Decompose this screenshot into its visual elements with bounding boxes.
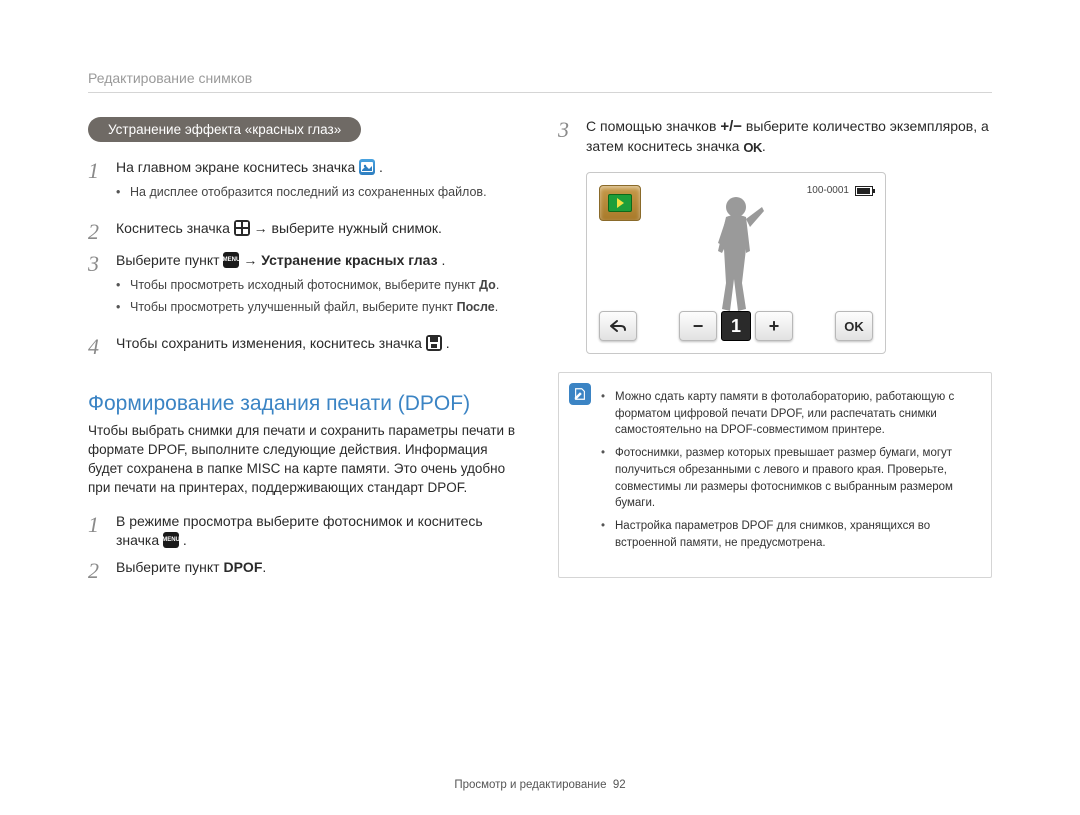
step-bullet: Чтобы просмотреть улучшенный файл, выбер… — [116, 298, 522, 316]
menu-icon: MENU — [223, 252, 239, 268]
step-text: . — [446, 335, 450, 351]
step-number: 1 — [88, 158, 106, 211]
dpof-step-1: 1 В режиме просмотра выберите фотоснимок… — [88, 512, 522, 550]
step-bullet: На дисплее отобразится последний из сохр… — [116, 183, 522, 201]
redeye-step-3: 3 Выберите пункт MENU → Устранение красн… — [88, 251, 522, 326]
step-text: . — [441, 252, 445, 268]
file-number: 100-0001 — [807, 185, 849, 196]
step-text: С помощью значков — [586, 118, 720, 134]
dpof-step-3: 3 С помощью значков +/− выберите количес… — [558, 117, 992, 156]
camera-screenshot: 100-0001 — [586, 172, 886, 354]
step-text: . — [762, 138, 766, 154]
copies-stepper: − 1 + — [679, 311, 793, 341]
bullet-text-bold: После — [457, 300, 495, 314]
gallery-button-icon — [599, 185, 641, 221]
step-text-bold: DPOF — [223, 559, 262, 575]
step-text: Коснитесь значка — [116, 220, 234, 236]
step-text: На главном экране коснитесь значка — [116, 159, 359, 175]
footer-section: Просмотр и редактирование — [454, 779, 606, 791]
bullet-text: . — [495, 300, 498, 314]
back-button[interactable] — [599, 311, 637, 341]
note-bullets: Можно сдать карту памяти в фотолаборатор… — [601, 389, 977, 557]
note-bullet: Можно сдать карту памяти в фотолаборатор… — [601, 389, 977, 439]
bullet-text: . — [496, 278, 499, 292]
screenshot-inner: 100-0001 — [593, 179, 879, 347]
section-pill: Устранение эффекта «красных глаз» — [88, 117, 361, 142]
two-columns: Устранение эффекта «красных глаз» 1 На г… — [88, 117, 992, 590]
step-number: 4 — [88, 334, 106, 358]
thumbnails-icon — [234, 220, 250, 236]
step-text: Выберите пункт — [116, 252, 223, 268]
step-body: Выберите пункт DPOF. — [116, 558, 522, 582]
step-body: На главном экране коснитесь значка . На … — [116, 158, 522, 211]
screenshot-statusbar: 100-0001 — [807, 185, 873, 196]
copies-count: 1 — [721, 311, 751, 341]
step-text: → выберите нужный снимок. — [254, 220, 442, 236]
step-text: . — [379, 159, 383, 175]
page-footer: Просмотр и редактирование 92 — [0, 779, 1080, 791]
note-bullet: Настройка параметров DPOF для снимков, х… — [601, 518, 977, 551]
step-text-bold: Устранение красных глаз — [261, 252, 437, 268]
note-icon — [569, 383, 591, 405]
menu-icon: MENU — [163, 532, 179, 548]
redeye-step-2: 2 Коснитесь значка → выберите нужный сни… — [88, 219, 522, 243]
save-icon — [426, 335, 442, 351]
step-text: Чтобы сохранить изменения, коснитесь зна… — [116, 335, 426, 351]
ok-symbol: OK — [743, 139, 762, 157]
step-body: Чтобы сохранить изменения, коснитесь зна… — [116, 334, 522, 358]
screenshot-toolbar: − 1 + OK — [599, 311, 873, 341]
plus-minus-symbol: +/− — [720, 118, 742, 135]
note-box: Можно сдать карту памяти в фотолаборатор… — [558, 372, 992, 578]
redeye-step-1: 1 На главном экране коснитесь значка . Н… — [88, 158, 522, 211]
step-text: → — [243, 252, 261, 268]
dpof-intro-paragraph: Чтобы выбрать снимки для печати и сохран… — [88, 422, 522, 498]
note-bullet: Фотоснимки, размер которых превышает раз… — [601, 445, 977, 512]
dpof-step-2: 2 Выберите пункт DPOF. — [88, 558, 522, 582]
section-heading-dpof: Формирование задания печати (DPOF) — [88, 392, 522, 416]
step-number: 2 — [88, 219, 106, 243]
step-body: С помощью значков +/− выберите количеств… — [586, 117, 992, 156]
footer-page-number: 92 — [613, 779, 626, 791]
bullet-text: Чтобы просмотреть исходный фотоснимок, в… — [130, 278, 479, 292]
step-bullet: Чтобы просмотреть исходный фотоснимок, в… — [116, 276, 522, 294]
step-body: В режиме просмотра выберите фотоснимок и… — [116, 512, 522, 550]
minus-button[interactable]: − — [679, 311, 717, 341]
breadcrumb: Редактирование снимков — [88, 70, 992, 93]
step-number: 2 — [88, 558, 106, 582]
redeye-step-4: 4 Чтобы сохранить изменения, коснитесь з… — [88, 334, 522, 358]
person-silhouette-icon — [696, 193, 776, 318]
ok-button[interactable]: OK — [835, 311, 873, 341]
step-text: . — [183, 532, 187, 548]
plus-button[interactable]: + — [755, 311, 793, 341]
step-text: . — [262, 559, 266, 575]
right-column: 3 С помощью значков +/− выберите количес… — [558, 117, 992, 590]
step-body: Выберите пункт MENU → Устранение красных… — [116, 251, 522, 326]
step-number: 3 — [88, 251, 106, 326]
bullet-text-bold: До — [479, 278, 496, 292]
step-text: Выберите пункт — [116, 559, 223, 575]
page: Редактирование снимков Устранение эффект… — [0, 0, 1080, 620]
step-number: 3 — [558, 117, 576, 156]
bullet-text: Чтобы просмотреть улучшенный файл, выбер… — [130, 300, 457, 314]
battery-icon — [855, 186, 873, 196]
album-icon — [359, 159, 375, 175]
step-number: 1 — [88, 512, 106, 550]
left-column: Устранение эффекта «красных глаз» 1 На г… — [88, 117, 522, 590]
step-body: Коснитесь значка → выберите нужный снимо… — [116, 219, 522, 243]
